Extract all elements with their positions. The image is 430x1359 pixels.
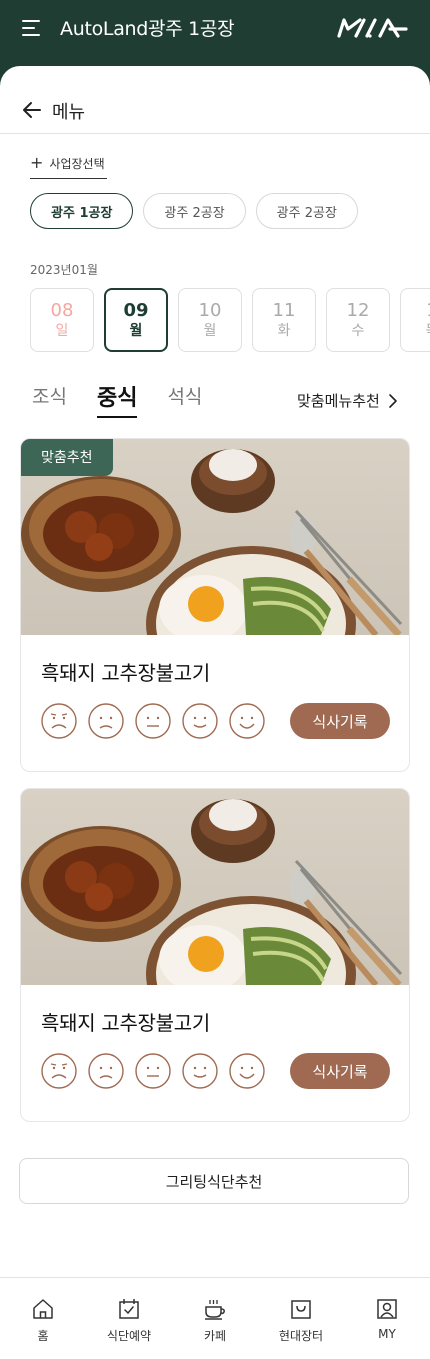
content-sheet: 메뉴 + 사업장선택 광주 1공장 광주 2공장 광주 2공장 2023년01월… [0, 66, 430, 1359]
very-bad-face-icon[interactable] [41, 703, 77, 739]
date-weekday: 수 [351, 323, 365, 339]
nav-meal-reservation[interactable]: 식단예약 [86, 1278, 172, 1359]
dish-name: 흑돼지 고추장불고기 [41, 661, 210, 685]
good-face-icon[interactable] [182, 703, 218, 739]
factory-chip-1[interactable]: 광주 1공장 [30, 193, 134, 229]
menu-card: 맞춤추천 흑돼지 고추장불고기 식사기록 [20, 438, 410, 772]
date-day: 10 [198, 300, 222, 321]
user-icon [377, 1299, 397, 1319]
date-cell[interactable]: 12 수 [326, 288, 390, 352]
month-label: 2023년01월 [30, 263, 98, 277]
date-cell-selected[interactable]: 09 월 [104, 288, 168, 352]
menu-nav-bar: 메뉴 [0, 66, 430, 134]
date-day: 08 [50, 300, 74, 321]
nav-label: 식단예약 [106, 1329, 152, 1343]
dish-name: 흑돼지 고추장불고기 [41, 1011, 210, 1035]
very-good-face-icon[interactable] [229, 1053, 265, 1089]
recommend-badge: 맞춤추천 [21, 439, 113, 476]
rating-faces [41, 1053, 265, 1089]
calendar-icon [119, 1299, 139, 1319]
date-cell[interactable]: 08 일 [30, 288, 94, 352]
date-cell[interactable]: 11 화 [252, 288, 316, 352]
very-good-face-icon[interactable] [229, 703, 265, 739]
tab-dinner[interactable]: 석식 [167, 382, 202, 418]
nav-cafe[interactable]: 카페 [172, 1278, 258, 1359]
food-image: 맞춤추천 [21, 439, 409, 635]
meal-record-button[interactable]: 식사기록 [290, 1053, 390, 1089]
plus-icon: + [30, 153, 44, 172]
tab-lunch[interactable]: 중식 [96, 380, 138, 418]
date-weekday: 월 [129, 323, 143, 339]
bad-face-icon[interactable] [88, 703, 124, 739]
site-select-label: 사업장선택 [49, 157, 105, 171]
rating-faces [41, 703, 265, 739]
back-arrow-icon[interactable] [22, 100, 42, 120]
date-day: 12 [346, 300, 370, 321]
date-day: 11 [272, 300, 296, 321]
neutral-face-icon[interactable] [135, 703, 171, 739]
date-cell[interactable]: 1 목 [400, 288, 430, 352]
shopping-bag-icon [291, 1300, 311, 1319]
very-bad-face-icon[interactable] [41, 1053, 77, 1089]
date-weekday: 목 [426, 322, 430, 340]
nav-home[interactable]: 홈 [0, 1278, 86, 1359]
custom-menu-recommend-link[interactable]: 맞춤메뉴추천 [297, 390, 398, 411]
meal-tabs: 조식 중식 석식 [32, 382, 202, 418]
neutral-face-icon[interactable] [135, 1053, 171, 1089]
header-title: AutoLand광주 1공장 [60, 18, 235, 40]
date-cell[interactable]: 10 월 [178, 288, 242, 352]
good-face-icon[interactable] [182, 1053, 218, 1089]
bad-face-icon[interactable] [88, 1053, 124, 1089]
home-icon [33, 1299, 53, 1319]
factory-chip-3[interactable]: 광주 2공장 [255, 193, 358, 229]
nav-label: 현대장터 [278, 1329, 324, 1343]
hamburger-menu-icon[interactable] [22, 19, 42, 37]
nav-label: 카페 [203, 1329, 227, 1343]
bottom-nav: 홈 식단예약 카페 현대장터 MY [0, 1277, 430, 1359]
date-weekday: 일 [55, 323, 69, 339]
nav-label: 홈 [37, 1329, 49, 1343]
date-strip[interactable]: 08 일 09 월 10 월 11 화 12 수 1 목 [30, 288, 430, 352]
menu-card: 흑돼지 고추장불고기 식사기록 [20, 788, 410, 1122]
nav-label: MY [378, 1327, 396, 1341]
coffee-icon [205, 1300, 225, 1320]
food-image [21, 789, 409, 985]
date-weekday: 월 [203, 323, 217, 339]
page-title: 메뉴 [52, 102, 86, 123]
nav-hyundai-market[interactable]: 현대장터 [258, 1278, 344, 1359]
kia-logo [337, 18, 408, 38]
date-day: 09 [123, 300, 149, 321]
date-weekday: 화 [277, 323, 291, 339]
recommend-link-label: 맞춤메뉴추천 [297, 392, 380, 410]
tab-breakfast[interactable]: 조식 [32, 382, 67, 418]
site-select-button[interactable]: + 사업장선택 [30, 154, 107, 179]
nav-my[interactable]: MY [344, 1278, 430, 1359]
chevron-right-icon [389, 393, 397, 408]
date-day: 1 [426, 300, 430, 322]
factory-chip-2[interactable]: 광주 2공장 [143, 193, 246, 229]
greeting-diet-recommend-button[interactable]: 그리팅식단추천 [19, 1158, 409, 1204]
meal-record-button[interactable]: 식사기록 [290, 703, 390, 739]
factory-chips: 광주 1공장 광주 2공장 광주 2공장 [30, 193, 358, 229]
